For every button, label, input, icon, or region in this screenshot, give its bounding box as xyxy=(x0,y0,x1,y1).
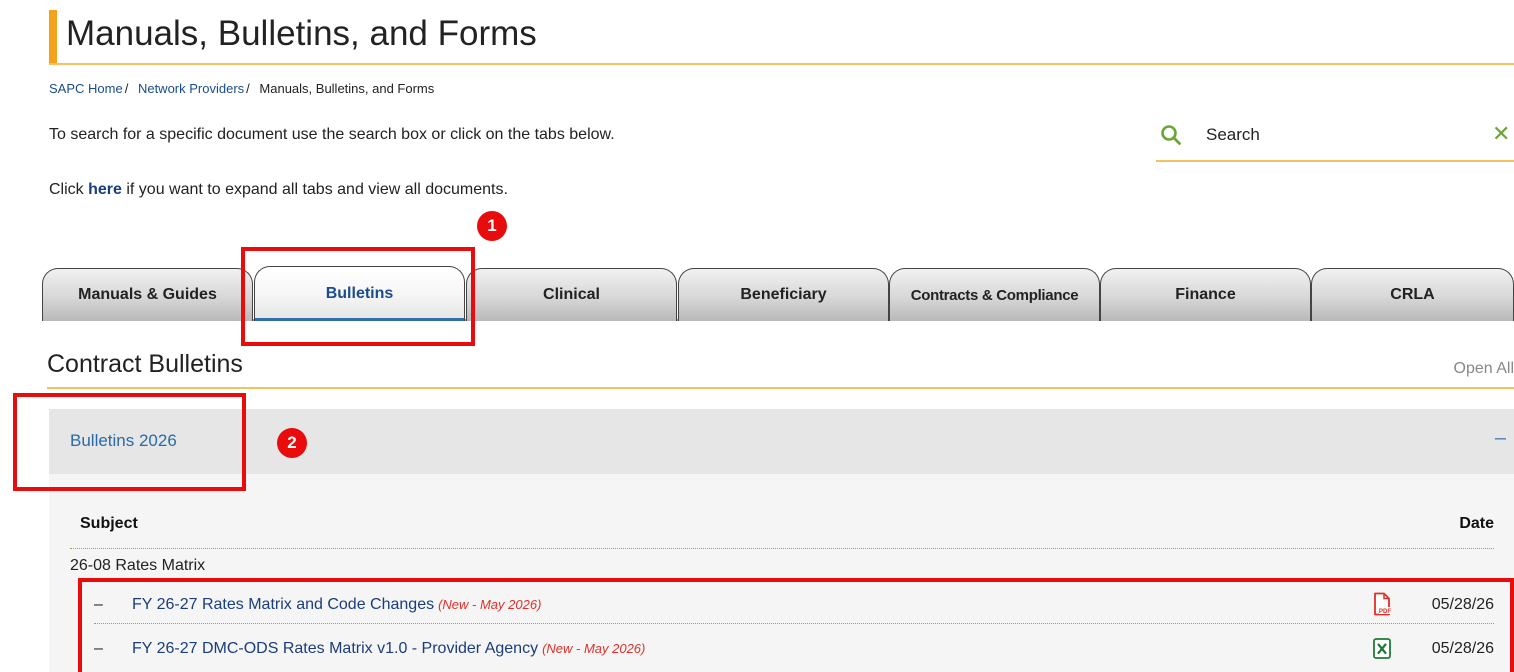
tab-finance[interactable]: Finance xyxy=(1100,268,1311,321)
group-label: 26-08 Rates Matrix xyxy=(70,557,206,574)
annotation-box-tabs xyxy=(241,247,475,346)
annotation-box-accordion xyxy=(13,393,246,491)
breadcrumb-separator: / xyxy=(124,81,129,96)
open-all-link[interactable]: Open All xyxy=(1454,360,1514,378)
tab-crla[interactable]: CRLA xyxy=(1311,268,1514,321)
date-column-header: Date xyxy=(1459,515,1494,532)
breadcrumb-network-providers[interactable]: Network Providers xyxy=(138,81,244,96)
header-divider xyxy=(70,548,1494,549)
tab-clinical[interactable]: Clinical xyxy=(466,268,677,321)
breadcrumb-separator: / xyxy=(246,81,250,96)
annotation-box-documents xyxy=(78,578,1514,672)
search-icon xyxy=(1161,125,1181,145)
breadcrumb-home[interactable]: SAPC Home xyxy=(49,81,123,96)
search-instructions: To search for a specific document use th… xyxy=(49,126,615,143)
subject-column-header: Subject xyxy=(80,515,138,532)
section-title: Contract Bulletins xyxy=(47,350,243,378)
expand-all-link[interactable]: here xyxy=(88,181,122,198)
search-box: ✕ xyxy=(1156,114,1514,162)
expand-all-text: Click here if you want to expand all tab… xyxy=(49,181,508,199)
breadcrumb: SAPC Home / Network Providers / Manuals, B… xyxy=(49,81,434,96)
expand-suffix: if you want to expand all tabs and view … xyxy=(121,181,508,198)
annotation-badge-1: 1 xyxy=(477,211,507,241)
tab-manuals-guides[interactable]: Manuals & Guides xyxy=(42,268,253,321)
title-accent-bar xyxy=(49,10,57,63)
annotation-badge-2: 2 xyxy=(277,428,307,458)
clear-search-icon[interactable]: ✕ xyxy=(1492,122,1510,146)
page-title: Manuals, Bulletins, and Forms xyxy=(66,14,537,53)
title-divider xyxy=(49,63,1514,65)
expand-prefix: Click xyxy=(49,181,89,198)
accordion-header-bulletins-2026[interactable]: Bulletins 2026 – xyxy=(49,409,1514,474)
section-divider xyxy=(47,387,1514,389)
tab-beneficiary[interactable]: Beneficiary xyxy=(678,268,889,321)
tab-contracts-compliance[interactable]: Contracts & Compliance xyxy=(889,268,1100,321)
collapse-icon[interactable]: – xyxy=(1495,427,1506,450)
breadcrumb-current: Manuals, Bulletins, and Forms xyxy=(259,81,435,96)
search-input[interactable] xyxy=(1206,122,1466,148)
